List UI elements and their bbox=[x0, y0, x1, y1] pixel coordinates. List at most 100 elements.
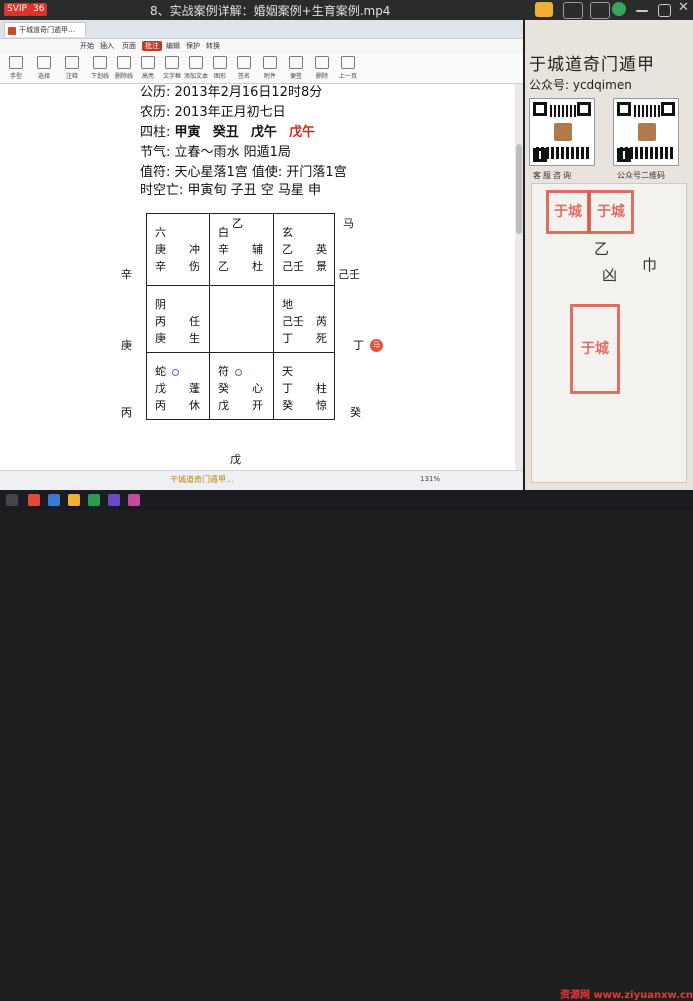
video-title: 8、实战案例详解：婚姻案例+生育案例.mp4 bbox=[150, 4, 391, 18]
game-icon[interactable] bbox=[535, 2, 553, 17]
tab-strip: 干城道奇门遁甲… bbox=[0, 20, 523, 39]
app-icon-2[interactable] bbox=[48, 494, 60, 506]
highlight-tool[interactable]: 高亮 bbox=[136, 56, 160, 82]
palace-row: 乙杜 bbox=[218, 258, 268, 273]
zoom-level[interactable]: 131% bbox=[420, 475, 440, 483]
palace-star-door: 柱 bbox=[316, 382, 327, 395]
palace-cell: 符癸心戊开 bbox=[210, 353, 272, 421]
qr-code-official[interactable] bbox=[613, 98, 679, 166]
pillar-day: 戊午 bbox=[250, 125, 277, 140]
attach-tool[interactable]: 附件 bbox=[258, 56, 282, 82]
menu-insert[interactable]: 插入 bbox=[100, 41, 114, 51]
circle-mark-icon bbox=[172, 368, 179, 376]
app-icon-6[interactable] bbox=[128, 494, 140, 506]
app-icon-3[interactable] bbox=[68, 494, 80, 506]
palace-row: 乙英 bbox=[282, 241, 332, 256]
palace-stem: 己壬 bbox=[282, 260, 304, 273]
menu-protect[interactable]: 保护 bbox=[186, 41, 200, 51]
share-icon[interactable] bbox=[590, 2, 610, 19]
palace-stem: 丁 bbox=[282, 332, 293, 345]
palace-stem: 乙 bbox=[282, 243, 293, 256]
palace-stem: 丁 bbox=[282, 382, 293, 395]
taskbar: 资源网 www.ziyuanxw.cn bbox=[0, 490, 693, 1001]
void-time: 时空亡: 甲寅旬 子丑 空 马星 申 bbox=[140, 183, 322, 198]
ink-char-2: 凶 bbox=[602, 266, 618, 284]
svip-badge: SVIP bbox=[4, 3, 30, 16]
palace-cell bbox=[210, 286, 272, 354]
ink-char-3: 巾 bbox=[642, 256, 658, 274]
menu-annotate[interactable]: 批注 bbox=[142, 41, 162, 51]
pillar-year: 甲寅 bbox=[174, 125, 201, 140]
menu-edit[interactable]: 编辑 bbox=[166, 41, 180, 51]
delete-tool[interactable]: 删除 bbox=[310, 56, 334, 82]
palace-row: 戊蓬 bbox=[155, 380, 205, 395]
shape-tool[interactable]: 图形 bbox=[208, 56, 232, 82]
calligraphy-paper: 于城 于城 于城 乙 凶 巾 bbox=[531, 183, 687, 483]
pillar-hour: 戊午 bbox=[289, 125, 316, 140]
palace-row: 癸惊 bbox=[282, 397, 332, 412]
palace-deity: 六 bbox=[155, 226, 166, 239]
window-icon[interactable] bbox=[563, 2, 583, 19]
palace-stem: 己壬 bbox=[282, 315, 304, 328]
notification-icon[interactable] bbox=[612, 2, 626, 16]
scrollbar-thumb[interactable] bbox=[516, 144, 522, 234]
app-icon-4[interactable] bbox=[88, 494, 100, 506]
nine-palace-grid: 六庚冲辛伤白辛辅乙杜玄乙英己壬景阴丙任庚生地己壬芮丁死蛇戊蓬丙休符癸心戊开天丁柱… bbox=[146, 213, 335, 420]
palace-deity bbox=[218, 296, 268, 310]
note-tool[interactable]: 注释 bbox=[60, 56, 84, 82]
palace-row bbox=[218, 330, 268, 344]
qr-code-service[interactable] bbox=[529, 98, 595, 166]
palace-star-door: 惊 bbox=[316, 399, 327, 412]
palace-row: 辛伤 bbox=[155, 258, 205, 273]
palace-cell: 天丁 柱癸惊 bbox=[274, 353, 336, 421]
palace-star-door: 心 bbox=[252, 382, 263, 395]
palace-row: 戊开 bbox=[218, 397, 268, 412]
menu-convert[interactable]: 转换 bbox=[206, 41, 220, 51]
palace-row: 丁死 bbox=[282, 330, 332, 345]
horse-star-marker: 马 bbox=[370, 339, 383, 352]
app-icon-1[interactable] bbox=[28, 494, 40, 506]
menu-page[interactable]: 页面 bbox=[122, 41, 136, 51]
palace-deity: 天 bbox=[282, 365, 293, 378]
qr-right-label: 公众号二维码 bbox=[617, 171, 665, 180]
qr-left-label: 客服咨询 bbox=[533, 171, 573, 180]
menu-bar: 开始 插入 页面 批注 编辑 保护 转换 bbox=[0, 39, 523, 53]
label-left-2: 庚 bbox=[121, 339, 132, 352]
gregorian-date: 公历: 2013年2月16日12时8分 bbox=[140, 85, 323, 100]
app-icon-5[interactable] bbox=[108, 494, 120, 506]
palace-star-door: 伤 bbox=[189, 260, 200, 273]
underline-tool[interactable]: 下划线 bbox=[88, 56, 112, 82]
palace-cell: 阴丙任庚生 bbox=[147, 286, 209, 354]
close-icon[interactable]: ✕ bbox=[678, 0, 693, 15]
palace-row: 丙任 bbox=[155, 313, 205, 328]
hand-tool[interactable]: 手型 bbox=[4, 56, 28, 82]
palace-star-door: 蓬 bbox=[189, 382, 200, 395]
label-bottom: 戊 bbox=[230, 453, 241, 466]
vertical-scrollbar[interactable] bbox=[515, 84, 523, 470]
red-seal-2: 于城 bbox=[588, 190, 634, 234]
minimize-icon[interactable] bbox=[636, 10, 648, 12]
palace-cell: 白辛辅乙杜 bbox=[210, 214, 272, 282]
strikethrough-tool[interactable]: 删除线 bbox=[112, 56, 136, 82]
textbox-tool[interactable]: 文字框 bbox=[160, 56, 184, 82]
prev-page-tool[interactable]: 上一页 bbox=[336, 56, 360, 82]
palace-star-door: 英 bbox=[316, 243, 327, 256]
palace-deity: 玄 bbox=[282, 226, 293, 239]
document-tab[interactable]: 干城道奇门遁甲… bbox=[4, 22, 86, 37]
palace-row: 癸心 bbox=[218, 380, 268, 395]
maximize-icon[interactable] bbox=[658, 4, 671, 17]
start-icon[interactable] bbox=[6, 494, 18, 506]
sign-tool[interactable]: 签名 bbox=[232, 56, 256, 82]
palace-row bbox=[218, 313, 268, 327]
palace-cell: 蛇戊蓬丙休 bbox=[147, 353, 209, 421]
palace-cell: 地己壬芮丁死 bbox=[274, 286, 336, 354]
add-text-tool[interactable]: 添加文本 bbox=[184, 56, 208, 82]
four-pillars: 四柱: 甲寅 癸丑 戊午 戊午 bbox=[140, 124, 315, 142]
sticky-note-tool[interactable]: 便签 bbox=[284, 56, 308, 82]
label-right-1: 己壬 bbox=[338, 268, 360, 281]
panel-title: 于城道奇门遁甲 bbox=[529, 55, 655, 75]
palace-cell: 玄乙英己壬景 bbox=[274, 214, 336, 282]
menu-start[interactable]: 开始 bbox=[80, 41, 94, 51]
palace-row: 己壬景 bbox=[282, 258, 332, 273]
select-tool[interactable]: 选择 bbox=[32, 56, 56, 82]
